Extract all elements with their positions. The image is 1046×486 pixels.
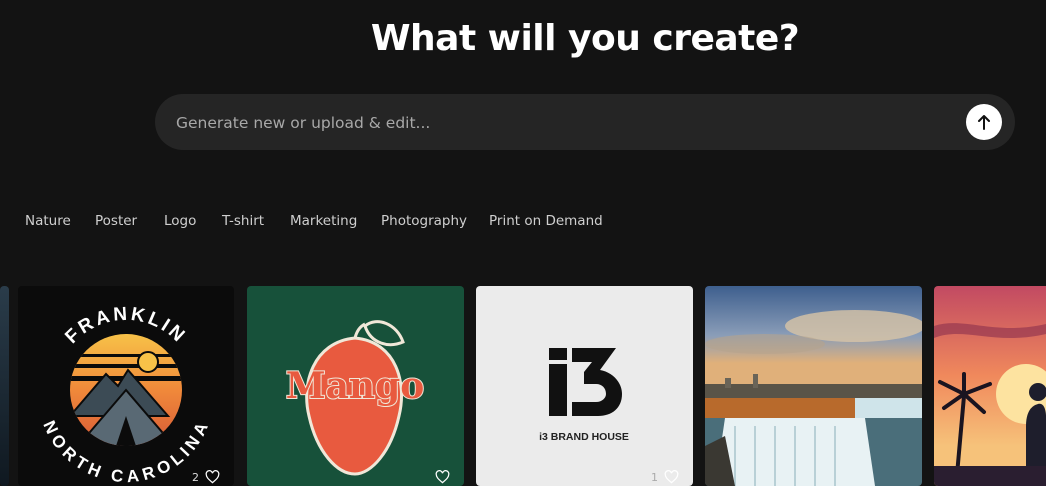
mango-text: Mango bbox=[286, 365, 425, 407]
arrow-up-icon bbox=[978, 115, 990, 130]
category-logo[interactable]: Logo bbox=[164, 213, 196, 229]
category-print-on-demand[interactable]: Print on Demand bbox=[489, 213, 603, 229]
page-headline: What will you create? bbox=[370, 18, 800, 59]
prompt-input[interactable] bbox=[174, 94, 948, 152]
gallery-card[interactable]: Mango bbox=[247, 286, 464, 486]
i3-logo-image: i3 BRAND HOUSE bbox=[539, 348, 629, 443]
prompt-bar bbox=[155, 94, 1015, 152]
gallery-card[interactable]: i3 BRAND HOUSE 1 bbox=[476, 286, 693, 486]
category-nature[interactable]: Nature bbox=[25, 213, 71, 229]
category-photography[interactable]: Photography bbox=[381, 213, 467, 229]
gallery-card[interactable] bbox=[934, 286, 1046, 486]
franklin-logo-image: FRANKLIN NORTH CAROLINA bbox=[39, 304, 210, 486]
mango-logo-image: Mango bbox=[285, 320, 425, 476]
category-marketing[interactable]: Marketing bbox=[290, 213, 357, 229]
gallery-card[interactable] bbox=[705, 286, 922, 486]
gallery-card[interactable]: FRANKLIN NORTH CAROLINA 2 bbox=[18, 286, 234, 486]
sunset-poster-image bbox=[934, 286, 1046, 486]
waterfall-photo-image bbox=[705, 286, 922, 486]
category-tshirt[interactable]: T-shirt bbox=[222, 213, 264, 229]
submit-button[interactable] bbox=[966, 104, 1002, 140]
i3-caption: i3 BRAND HOUSE bbox=[539, 431, 629, 443]
category-poster[interactable]: Poster bbox=[95, 213, 137, 229]
gallery-card-partial[interactable] bbox=[0, 286, 9, 486]
